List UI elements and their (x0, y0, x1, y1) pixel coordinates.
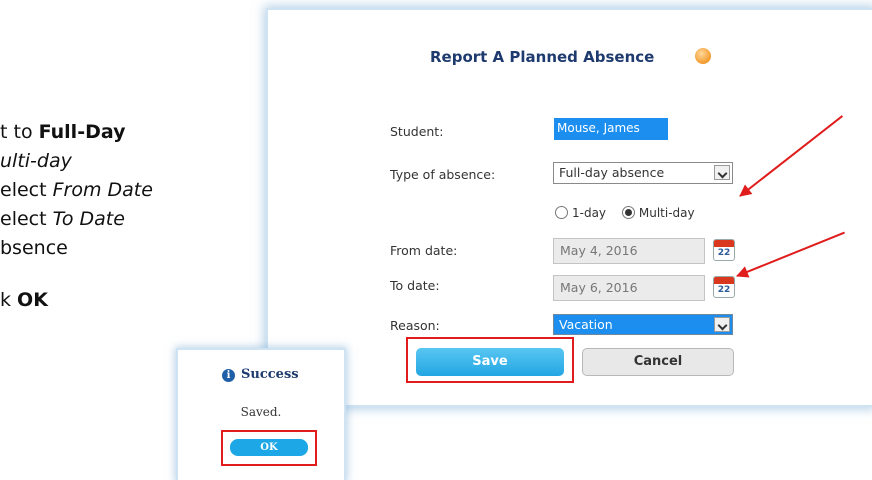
student-value: Mouse, James (554, 118, 668, 140)
radio-one-day[interactable]: 1-day (555, 206, 606, 220)
instruction-line-5: bsence (0, 237, 68, 259)
radio-multi-day[interactable]: Multi-day (621, 206, 695, 220)
instruction-line-6: k OK (0, 289, 48, 311)
to-date-field[interactable]: May 6, 2016 (553, 275, 705, 301)
type-of-absence-label: Type of absence: (390, 167, 496, 182)
popup-message: Saved. (240, 405, 282, 419)
instruction-line-3: elect From Date (0, 179, 153, 201)
reason-label: Reason: (390, 318, 440, 333)
save-highlight-box (406, 337, 574, 383)
help-icon[interactable] (695, 48, 711, 64)
planned-absence-dialog: Report A Planned Absence Student: Mouse,… (268, 10, 872, 405)
chevron-down-icon (714, 165, 730, 180)
cancel-button[interactable]: Cancel (582, 348, 734, 376)
multi-day-annotation-arrow (739, 115, 844, 197)
popup-title: Success (241, 367, 299, 382)
to-date-label: To date: (390, 278, 440, 293)
instruction-line-1: t to Full-Day (0, 121, 126, 143)
from-date-field[interactable]: May 4, 2016 (553, 238, 705, 264)
reason-value: Vacation (559, 317, 613, 332)
from-date-calendar-icon[interactable]: 22 (713, 239, 735, 261)
instruction-line-4: elect To Date (0, 208, 125, 230)
absence-length-radios: 1-day Multi-day (555, 206, 695, 220)
dialog-title: Report A Planned Absence (430, 48, 655, 66)
from-date-label: From date: (390, 243, 458, 258)
type-of-absence-value: Full-day absence (559, 165, 665, 180)
radio-checked-icon (621, 206, 635, 219)
ok-highlight-box (221, 430, 317, 466)
chevron-down-icon (714, 317, 730, 332)
reason-select[interactable]: Vacation (553, 314, 733, 335)
info-icon: i (222, 369, 235, 382)
to-date-calendar-icon[interactable]: 22 (713, 276, 735, 298)
radio-one-day-label: 1-day (572, 206, 607, 220)
radio-circle-icon (555, 206, 568, 219)
to-date-annotation-arrow (736, 231, 845, 277)
student-label: Student: (390, 124, 444, 139)
instruction-line-2: ulti-day (0, 150, 72, 172)
radio-multi-day-label: Multi-day (638, 206, 695, 220)
type-of-absence-select[interactable]: Full-day absence (553, 162, 733, 184)
success-popup: i Success Saved. OK (178, 350, 344, 480)
